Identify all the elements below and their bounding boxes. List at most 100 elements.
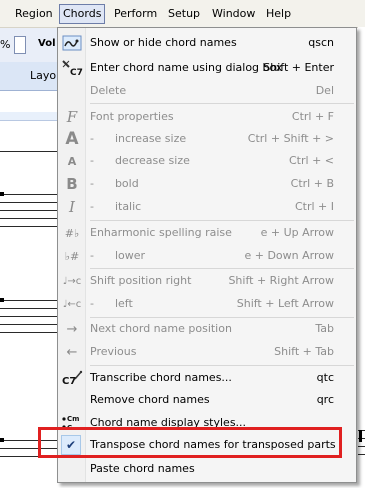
menu-item-label: - decrease size [90, 154, 190, 167]
menu-item-label: Next chord name position [90, 322, 232, 335]
staff-line [0, 210, 58, 211]
staff-line [0, 151, 58, 152]
menu-separator [90, 220, 354, 221]
staff-line [0, 308, 58, 309]
staff-line [0, 194, 58, 195]
ruler-strip [0, 112, 58, 121]
menu-item-shortcut: Ctrl + F [291, 110, 334, 123]
menu-item-delete[interactable]: Delete Del [59, 80, 356, 102]
menu-item-shortcut: Ctrl + < [289, 154, 334, 167]
menu-window[interactable]: Window [209, 5, 258, 23]
svg-text:C7: C7 [62, 376, 76, 387]
font-increase-icon: A [65, 129, 79, 149]
layout-toolbar: Layou [0, 62, 63, 91]
menu-item-italic[interactable]: I - italic Ctrl + I [59, 196, 356, 218]
menu-region[interactable]: Region [12, 5, 56, 23]
score-right-edge [358, 27, 365, 488]
annotation-highlight-box [38, 427, 342, 458]
menu-item-label: - bold [90, 177, 139, 190]
enharmonic-lower-icon: ♭# [64, 249, 80, 263]
menu-item-enharmonic-raise[interactable]: #♭ Enharmonic spelling raise e + Up Arro… [59, 222, 356, 244]
menu-item-label: Enharmonic spelling raise [90, 226, 232, 239]
staff-mark [0, 192, 4, 196]
menu-item-label: Remove chord names [90, 393, 210, 406]
menu-item-shortcut: qrc [316, 393, 334, 406]
menu-item-shortcut: Del [315, 84, 334, 97]
menu-item-enter-chord-name[interactable]: C7 Enter chord name using dialog box Shi… [59, 57, 356, 79]
enharmonic-raise-icon: #♭ [64, 226, 80, 240]
staff-line [0, 300, 58, 301]
menu-item-label: - left [90, 297, 133, 310]
menu-item-font-properties[interactable]: F Font properties Ctrl + F [59, 106, 356, 128]
chord-names-toggle-icon [61, 34, 83, 52]
menu-item-shortcut: Ctrl + Shift + > [247, 132, 334, 145]
menu-item-shortcut: qscn [308, 36, 334, 49]
zoom-dropdown[interactable] [14, 36, 26, 54]
menu-item-label: Font properties [90, 110, 174, 123]
menu-item-shortcut: Shift + Left Arrow [236, 297, 334, 310]
menu-item-bold[interactable]: B - bold Ctrl + B [59, 173, 356, 195]
menu-perform[interactable]: Perform [111, 5, 160, 23]
menu-item-show-hide-chord-names[interactable]: Show or hide chord names qscn [59, 32, 356, 54]
previous-arrow-icon: ← [66, 344, 78, 360]
menu-item-next-chord-position[interactable]: → Next chord name position Tab [59, 318, 356, 340]
staff-line [358, 454, 365, 455]
svg-text:C7: C7 [70, 68, 83, 77]
staff-line [0, 324, 58, 325]
menu-setup[interactable]: Setup [165, 5, 203, 23]
menu-item-label: Shift position right [90, 274, 192, 287]
next-arrow-icon: → [66, 321, 78, 337]
menu-chords[interactable]: Chords [59, 4, 106, 24]
menu-item-shortcut: Shift + Enter [263, 61, 334, 74]
italic-icon: I [69, 198, 75, 216]
menu-item-shortcut: qtc [316, 371, 334, 384]
note-stem [359, 430, 362, 442]
staff-line [0, 202, 58, 203]
menu-item-label: Delete [90, 84, 127, 97]
menu-item-shortcut: Ctrl + B [290, 177, 334, 190]
menu-item-decrease-size[interactable]: A - decrease size Ctrl + < [59, 150, 356, 172]
chords-menu: Show or hide chord names qscn C7 Enter c… [38, 27, 357, 483]
staff-mark [0, 438, 4, 442]
menu-separator [90, 268, 354, 269]
menu-item-label: Paste chord names [90, 462, 195, 475]
volume-label: Vol [38, 38, 56, 49]
menu-item-shift-left[interactable]: ♩←c - left Shift + Left Arrow [59, 293, 356, 315]
menu-separator [90, 365, 354, 366]
menu-item-paste-chord-names[interactable]: Paste chord names [59, 458, 356, 480]
font-f-icon: F [66, 108, 78, 126]
svg-text:Cm: Cm [67, 415, 79, 423]
staff-line [0, 218, 58, 219]
menu-item-remove-chord-names[interactable]: Remove chord names qrc [59, 389, 356, 411]
menu-item-shortcut: Ctrl + I [294, 200, 334, 213]
menu-item-shortcut: e + Down Arrow [244, 249, 334, 262]
chord-c7-dialog-icon: C7 [61, 59, 83, 77]
staff-line [358, 446, 365, 447]
transcribe-c7-icon: C7 [61, 369, 83, 387]
menu-item-shortcut: Tab [315, 322, 334, 335]
zoom-percent-label: % [0, 38, 11, 51]
menu-item-label: - lower [90, 249, 146, 262]
shift-left-icon: ♩←c [62, 298, 82, 310]
staff-line [0, 226, 58, 227]
menu-separator [90, 103, 354, 104]
menu-help[interactable]: Help [263, 5, 294, 23]
staff-line [0, 332, 58, 333]
menu-item-shortcut: e + Up Arrow [260, 226, 334, 239]
menu-item-label: Enter chord name using dialog box [90, 61, 283, 74]
font-decrease-icon: A [67, 154, 77, 168]
staff-mark [0, 298, 4, 302]
menu-item-enharmonic-lower[interactable]: ♭# - lower e + Down Arrow [59, 245, 356, 267]
menu-bar: Region Chords Perform Setup Window Help [0, 0, 365, 28]
menu-item-label: - increase size [90, 132, 187, 145]
menu-item-label: - italic [90, 200, 142, 213]
menu-item-previous[interactable]: ← Previous Shift + Tab [59, 341, 356, 363]
menu-item-transcribe-chord-names[interactable]: C7 Transcribe chord names... qtc [59, 367, 356, 389]
menu-item-shift-right[interactable]: ♩→c Shift position right Shift + Right A… [59, 270, 356, 292]
staff-line [0, 316, 58, 317]
shift-right-icon: ♩→c [62, 275, 82, 287]
menu-item-shortcut: Shift + Right Arrow [228, 274, 334, 287]
bold-icon: B [66, 175, 78, 193]
menu-item-increase-size[interactable]: A - increase size Ctrl + Shift + > [59, 128, 356, 150]
menu-item-label: Transcribe chord names... [90, 371, 232, 384]
